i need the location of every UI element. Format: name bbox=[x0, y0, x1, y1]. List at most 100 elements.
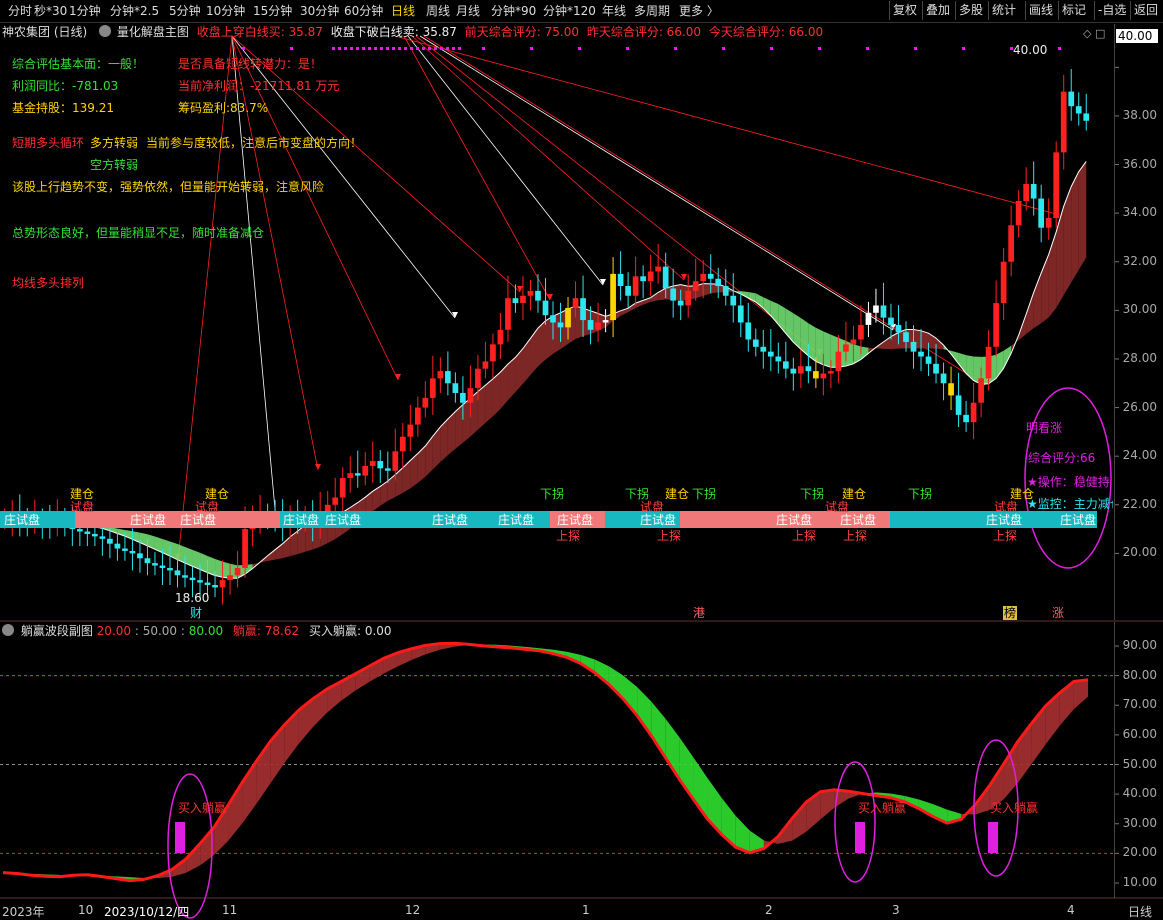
price-tick-label: 30.00 bbox=[1123, 302, 1157, 316]
price-tick-label: 20.00 bbox=[1123, 545, 1157, 559]
note-pattern: 总势形态良好，但量能稍显不足，随时准备减仓 bbox=[12, 226, 264, 240]
price-tick-label: 24.00 bbox=[1123, 448, 1157, 462]
label-shipan: 试盘 bbox=[994, 500, 1018, 514]
dot-marker bbox=[962, 47, 965, 50]
price-axis: 20.0022.0024.0026.0028.0030.0032.0034.00… bbox=[1114, 24, 1163, 620]
price-tick-label: 28.00 bbox=[1123, 351, 1157, 365]
dot-marker bbox=[392, 47, 395, 50]
label-zhuangshipan: 庄试盘 bbox=[180, 513, 216, 527]
candle-body bbox=[422, 398, 428, 408]
candle-body bbox=[347, 473, 353, 478]
candle-body bbox=[152, 563, 158, 565]
candle-body bbox=[708, 274, 714, 279]
indicator-tick-label: 70.00 bbox=[1123, 697, 1157, 711]
indicator-band bbox=[637, 687, 651, 735]
gear-icon[interactable] bbox=[99, 25, 111, 37]
candle-body bbox=[670, 288, 676, 300]
candle-body bbox=[963, 415, 969, 422]
candle-body bbox=[715, 279, 721, 286]
candle-body bbox=[513, 298, 519, 303]
window-icons[interactable]: ◇ □ bbox=[1083, 27, 1105, 40]
sub-title[interactable]: 躺赢波段副图 bbox=[21, 624, 93, 638]
dot-marker bbox=[578, 47, 581, 50]
candle-body bbox=[588, 320, 594, 330]
sub-value: 躺赢: 78.62 bbox=[233, 624, 299, 638]
candle-body bbox=[655, 267, 661, 272]
candle-body bbox=[550, 315, 556, 322]
candle-body bbox=[453, 383, 459, 393]
price-tick-label: 36.00 bbox=[1123, 157, 1157, 171]
candle-body bbox=[205, 583, 211, 585]
candle-body bbox=[723, 286, 729, 296]
indicator-band bbox=[609, 666, 623, 698]
ribbon-segment bbox=[1071, 172, 1079, 283]
candle-body bbox=[595, 323, 601, 330]
dot-marker bbox=[290, 47, 293, 50]
sell-line-value: 收盘下破白线卖: 35.87 bbox=[331, 25, 457, 39]
price-tick-label: 38.00 bbox=[1123, 108, 1157, 122]
gear-icon[interactable] bbox=[2, 624, 14, 636]
candle-body bbox=[573, 298, 579, 308]
candle-body bbox=[460, 393, 466, 403]
price-tick-label: 32.00 bbox=[1123, 254, 1157, 268]
ribbon-segment bbox=[808, 323, 816, 361]
main-chart-header: 神农集团 (日线) 量化解盘主图 收盘上穿白线买: 35.87 收盘下破白线卖:… bbox=[2, 24, 823, 40]
dot-marker bbox=[410, 47, 413, 50]
candle-body bbox=[700, 274, 706, 281]
indicator-tick-label: 10.00 bbox=[1123, 875, 1157, 889]
candle-body bbox=[490, 344, 496, 361]
candle-body bbox=[160, 566, 166, 568]
dot-marker bbox=[1058, 47, 1061, 50]
indicator-tick-label: 30.00 bbox=[1123, 816, 1157, 830]
ribbon-segment bbox=[215, 559, 223, 577]
candle-body bbox=[445, 371, 451, 383]
label-shangtan: 上探 bbox=[657, 529, 681, 543]
candle-body bbox=[775, 357, 781, 362]
candle-body bbox=[475, 369, 481, 388]
candle-body bbox=[745, 323, 751, 340]
dot-marker bbox=[350, 47, 353, 50]
label-zhuangshipan: 庄试盘 bbox=[840, 513, 876, 527]
candle-body bbox=[242, 529, 248, 568]
candle-body bbox=[498, 330, 504, 345]
label-shipan: 试盘 bbox=[195, 500, 219, 514]
x-tick-2: 2023/10/12/四 bbox=[104, 903, 189, 920]
indicator-band bbox=[792, 802, 806, 841]
candle-body bbox=[790, 369, 796, 374]
indicator-tick-label: 80.00 bbox=[1123, 668, 1157, 682]
candle-body bbox=[535, 291, 541, 301]
dot-marker bbox=[482, 47, 485, 50]
x-tick-1: 10 bbox=[78, 903, 93, 917]
candle-body bbox=[625, 286, 631, 296]
note-fund-hold: 基金持股：139.21 bbox=[12, 101, 114, 115]
indicator-name[interactable]: 量化解盘主图 bbox=[117, 25, 189, 39]
candle-body bbox=[430, 378, 436, 397]
candle-body bbox=[738, 305, 744, 322]
dot-marker bbox=[404, 47, 407, 50]
label-shangtan: 上探 bbox=[993, 529, 1017, 543]
candle-body bbox=[520, 296, 526, 303]
label-xiawa: 下拐 bbox=[540, 487, 564, 501]
label-zhuangshipan: 庄试盘 bbox=[498, 513, 534, 527]
label-jiancang: 建仓 bbox=[205, 487, 229, 501]
candle-body bbox=[603, 320, 609, 322]
label-zhuangshipan: 庄试盘 bbox=[432, 513, 468, 527]
buy-bar bbox=[988, 822, 998, 853]
x-tick-9[interactable]: 日线 bbox=[1128, 903, 1152, 920]
note-cycle-label: 短期多头循环 bbox=[12, 136, 84, 150]
dot-marker bbox=[818, 47, 821, 50]
indicator-tick-label: 60.00 bbox=[1123, 727, 1157, 741]
candle-body bbox=[911, 342, 917, 352]
candle-body bbox=[190, 578, 196, 580]
label-zhuangshipan: 庄试盘 bbox=[640, 513, 676, 527]
candle-body bbox=[866, 313, 872, 325]
candle-body bbox=[948, 383, 954, 395]
candle-body bbox=[340, 478, 346, 497]
dot-marker bbox=[332, 47, 335, 50]
buy-marker-2: 买入躺赢 bbox=[858, 801, 906, 815]
indicator-tick-label: 90.00 bbox=[1123, 638, 1157, 652]
dot-marker bbox=[380, 47, 383, 50]
event-cai: 财 bbox=[190, 606, 202, 620]
candle-body bbox=[77, 529, 83, 531]
note-cycle-3: 空方转弱 bbox=[90, 158, 138, 172]
